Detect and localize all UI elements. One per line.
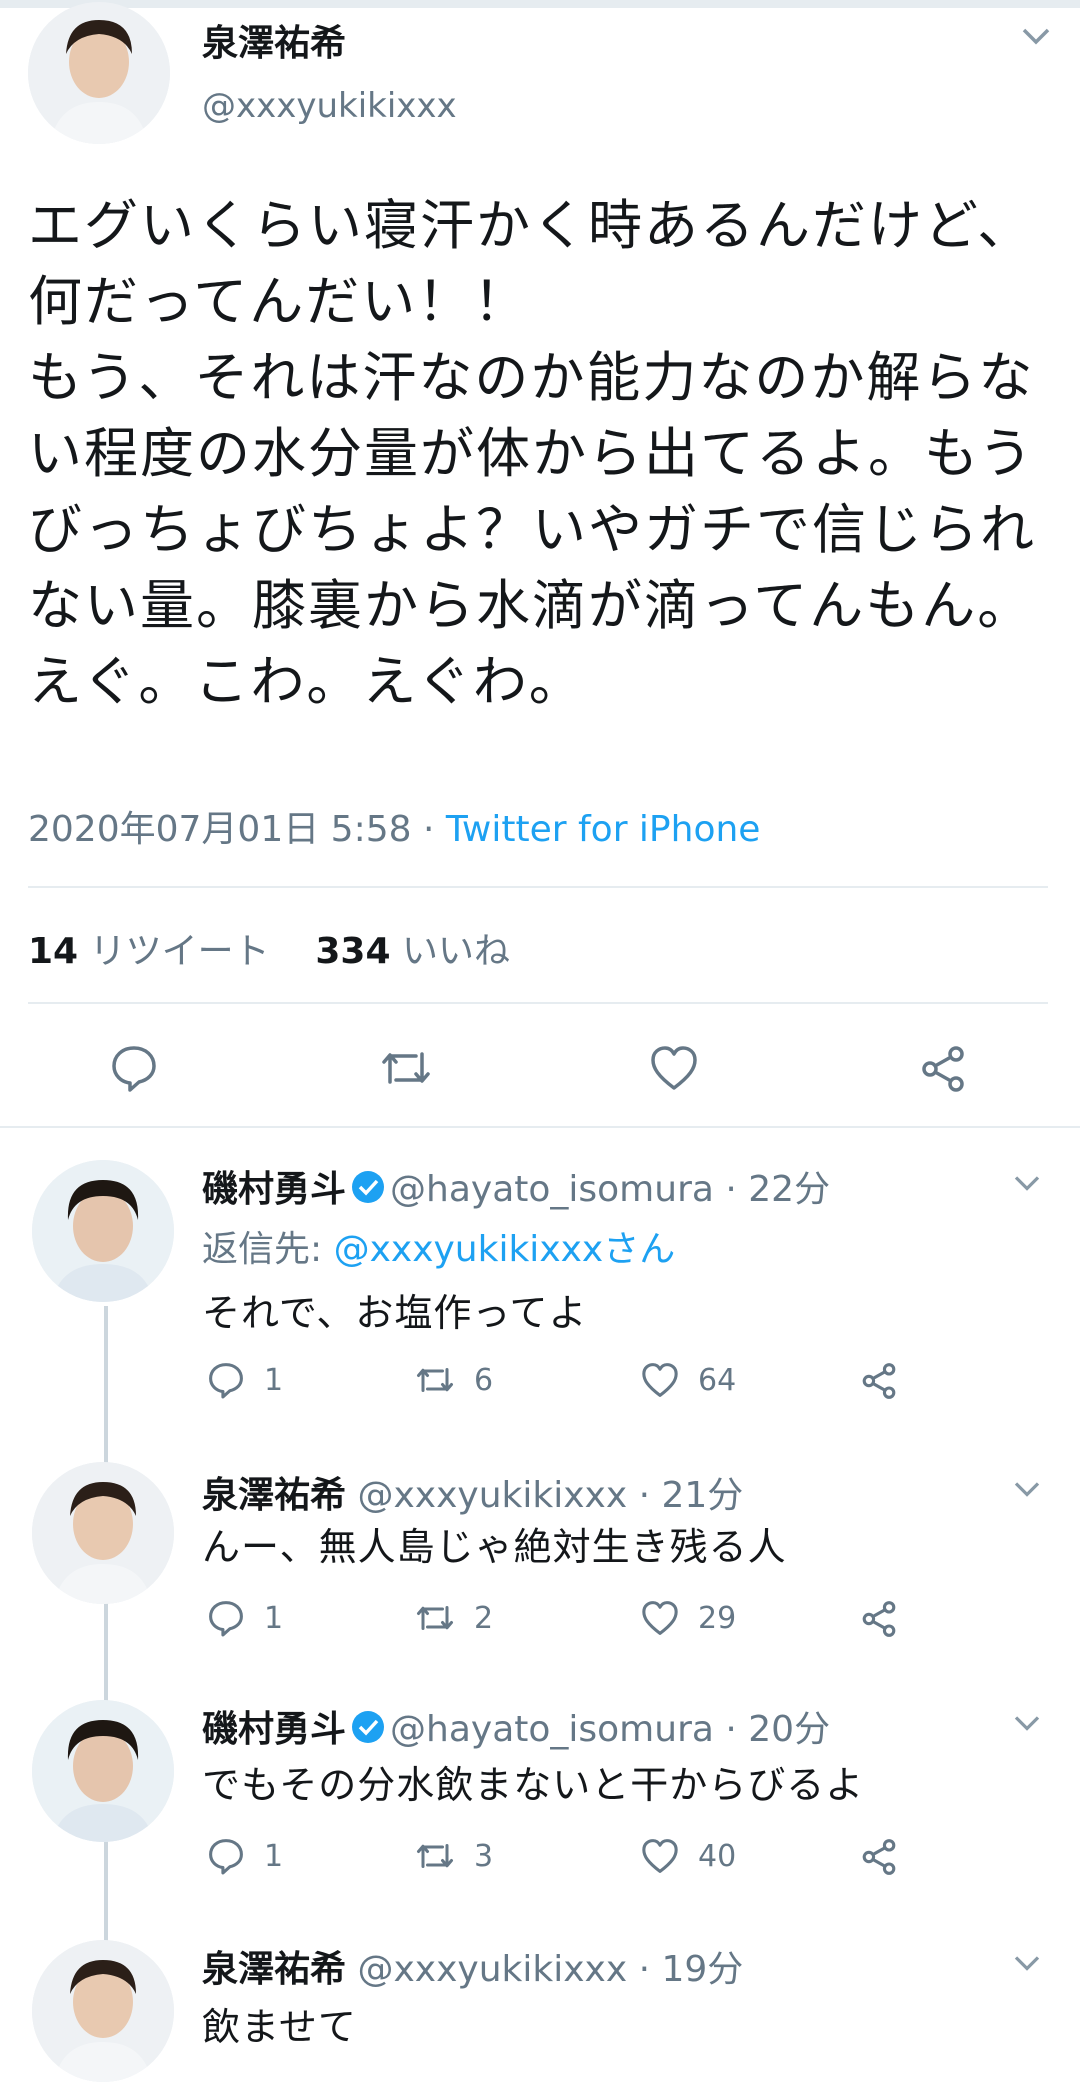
like-count: 40 (698, 1838, 737, 1874)
reply-count: 1 (264, 1600, 284, 1636)
reply-prefix: 返信先: (202, 1229, 334, 1270)
retweet-icon (382, 1052, 430, 1084)
reply-text: 飲ませて (202, 2005, 357, 2049)
divider (0, 1126, 1080, 1128)
author-name[interactable]: 泉澤祐希 (202, 14, 346, 66)
reply-header: 磯村勇斗 @hayato_isomura · 22分 (202, 1160, 830, 1214)
reply-author-name[interactable]: 磯村勇斗 (202, 1709, 346, 1750)
share-icon (922, 1046, 964, 1092)
tweet-text: エグいくらい寝汗かく時あるんだけど、何だってんだい！！ もう、それは汗なのか能力… (28, 194, 1036, 713)
share-button[interactable] (858, 1836, 918, 1878)
retweet-icon (417, 1368, 453, 1392)
share-icon (862, 1839, 896, 1875)
share-button[interactable] (858, 1598, 918, 1640)
share-icon (862, 1363, 896, 1399)
retweet-count: 6 (474, 1362, 494, 1398)
heart-icon (642, 1839, 678, 1873)
reply-author-name[interactable]: 泉澤祐希 (202, 1475, 346, 1516)
top-divider (0, 0, 1080, 8)
reply-author-handle[interactable]: @xxxyukikixxx (357, 1949, 627, 1990)
replying-to: 返信先: @xxxyukikixxxさん (202, 1220, 675, 1272)
retweet-button[interactable]: 3 (414, 1836, 493, 1876)
reply-count: 1 (264, 1838, 284, 1874)
reply-header: 泉澤祐希 @xxxyukikixxx · 19分 (202, 1940, 743, 1992)
reply-to-link[interactable]: @xxxyukikixxxさん (334, 1229, 676, 1270)
reply-author-name[interactable]: 磯村勇斗 (202, 1169, 346, 1210)
divider (28, 1002, 1048, 1004)
retweet-count: 2 (474, 1600, 494, 1636)
reply-text: それで、お塩作ってよ (202, 1291, 588, 1335)
reply-header: 泉澤祐希 @xxxyukikixxx · 21分 (202, 1466, 743, 1518)
comment-icon (209, 1839, 243, 1875)
like-count: 64 (698, 1362, 737, 1398)
share-icon (862, 1601, 896, 1637)
chevron-down-icon[interactable] (1010, 1172, 1044, 1198)
retweet-count[interactable]: 14 (28, 931, 78, 972)
timestamp[interactable]: 2020年07月01日 5:58 (28, 809, 412, 850)
comment-icon (209, 1363, 243, 1399)
reply-button[interactable]: 1 (206, 1598, 283, 1638)
reply-time: · 19分 (638, 1949, 744, 1990)
like-count[interactable]: 334 (315, 931, 390, 972)
reply-button[interactable] (108, 1042, 160, 1098)
like-button[interactable]: 64 (640, 1360, 736, 1400)
reply-button[interactable]: 1 (206, 1836, 283, 1876)
share-button[interactable] (916, 1042, 970, 1100)
chevron-down-icon[interactable] (1010, 1478, 1044, 1504)
like-button[interactable]: 29 (640, 1598, 736, 1638)
reply-time: · 22分 (725, 1169, 831, 1210)
heart-icon (651, 1046, 697, 1090)
avatar[interactable] (32, 1160, 174, 1302)
chevron-down-icon[interactable] (1010, 1712, 1044, 1738)
avatar[interactable] (28, 2, 170, 144)
like-label[interactable]: いいね (402, 931, 510, 972)
reply-author-handle[interactable]: @hayato_isomura (390, 1709, 714, 1750)
tweet-meta: 2020年07月01日 5:58 · Twitter for iPhone (28, 800, 760, 852)
reply-author-handle[interactable]: @xxxyukikixxx (357, 1475, 627, 1516)
thread-line (104, 1306, 108, 1966)
chevron-down-icon[interactable] (1010, 1952, 1044, 1978)
reply-header: 磯村勇斗 @hayato_isomura · 20分 (202, 1700, 830, 1754)
reply-button[interactable]: 1 (206, 1360, 283, 1400)
meta-separator: · (422, 809, 435, 850)
like-button[interactable]: 40 (640, 1836, 736, 1876)
chevron-down-icon[interactable] (1018, 24, 1054, 52)
avatar[interactable] (32, 1462, 174, 1604)
verified-badge-icon (350, 1169, 386, 1214)
verified-badge-icon (350, 1709, 386, 1754)
reply-text: んー、無人島じゃ絶対生き残る人 (202, 1525, 787, 1569)
retweet-button[interactable]: 6 (414, 1360, 493, 1400)
reply-text: でもその分水飲まないと干からびるよ (202, 1763, 865, 1807)
author-handle[interactable]: @xxxyukikixxx (202, 86, 457, 126)
reply-time: · 20分 (725, 1709, 831, 1750)
reply-time: · 21分 (638, 1475, 744, 1516)
tweet-stats: 14 リツイート 334 いいね (28, 922, 510, 974)
share-button[interactable] (858, 1360, 918, 1402)
like-button[interactable] (648, 1042, 700, 1098)
like-count: 29 (698, 1600, 737, 1636)
reply-author-name[interactable]: 泉澤祐希 (202, 1949, 346, 1990)
reply-count: 1 (264, 1362, 284, 1398)
avatar[interactable] (32, 1700, 174, 1842)
retweet-button[interactable] (378, 1042, 434, 1098)
heart-icon (642, 1601, 678, 1635)
heart-icon (642, 1363, 678, 1397)
retweet-button[interactable]: 2 (414, 1598, 493, 1638)
retweet-label[interactable]: リツイート (90, 931, 270, 972)
comment-icon (112, 1046, 156, 1092)
comment-icon (209, 1601, 243, 1637)
retweet-count: 3 (474, 1838, 494, 1874)
retweet-icon (417, 1606, 453, 1630)
avatar[interactable] (32, 1940, 174, 2082)
source-link[interactable]: Twitter for iPhone (446, 809, 761, 850)
retweet-icon (417, 1844, 453, 1868)
reply-author-handle[interactable]: @hayato_isomura (390, 1169, 714, 1210)
divider (28, 886, 1048, 888)
